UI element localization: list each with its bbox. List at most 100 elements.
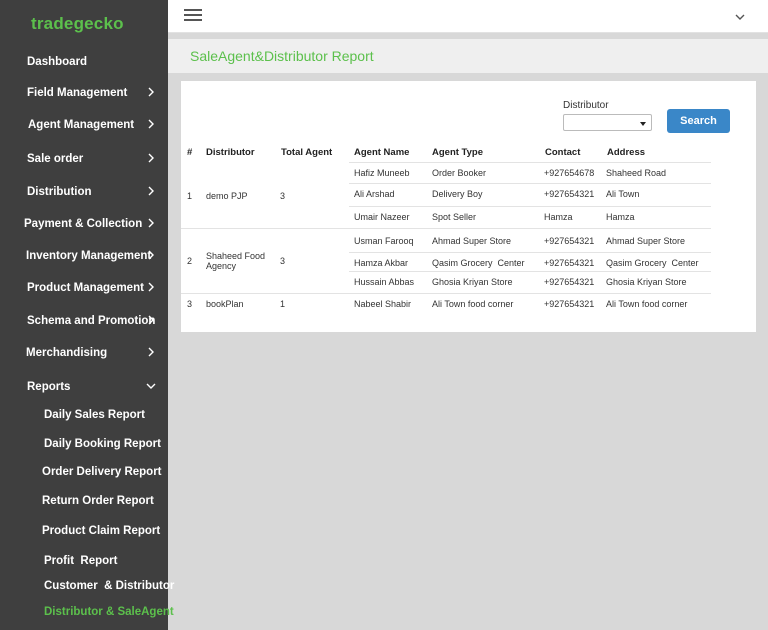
caret-down-icon	[640, 122, 646, 126]
page-title: SaleAgent&Distributor Report	[190, 48, 374, 64]
row-number: 1	[187, 191, 193, 201]
sidebar-subitem-order-delivery-report[interactable]: Order Delivery Report	[0, 463, 168, 483]
group-divider	[181, 293, 711, 294]
agent-type: Qasim Grocery Center	[432, 258, 525, 268]
sidebar-item-label: Sale order	[27, 153, 84, 165]
agent-name: Ali Arshad	[354, 189, 395, 199]
sidebar: tradegecko Dashboard Field Management Ag…	[0, 0, 174, 630]
agent-name: Hafiz Muneeb	[354, 168, 410, 178]
agent-type: Spot Seller	[432, 212, 477, 222]
agent-type: Ghosia Kriyan Store	[432, 277, 513, 287]
chevron-right-icon	[148, 218, 154, 228]
agent-type: Ahmad Super Store	[432, 236, 512, 246]
distributor-select[interactable]	[563, 114, 652, 131]
chevron-down-icon	[146, 383, 156, 389]
distributor-name: demo PJP	[206, 191, 248, 201]
row-divider	[349, 206, 711, 207]
sidebar-item-schema-promotion[interactable]: Schema and Promotion	[0, 311, 168, 333]
sidebar-item-label: Reports	[27, 381, 71, 393]
sidebar-subitem-label: Daily Sales Report	[44, 409, 145, 421]
sidebar-subitem-label: Return Order Report	[42, 495, 154, 507]
sidebar-item-merchandising[interactable]: Merchandising	[0, 343, 168, 365]
agent-address: Ghosia Kriyan Store	[606, 277, 687, 287]
row-divider	[349, 252, 711, 253]
chevron-right-icon	[148, 250, 154, 260]
distributor-name: Shaheed Food	[206, 251, 266, 261]
sidebar-subitem-label: Profit Report	[44, 555, 118, 567]
sidebar-subitem-label: Daily Booking Report	[44, 438, 161, 450]
sidebar-item-product-management[interactable]: Product Management	[0, 278, 168, 300]
agent-contact: +927654321	[544, 236, 595, 246]
total-agent: 3	[280, 191, 286, 201]
sidebar-item-label: Schema and Promotion	[27, 315, 156, 327]
agent-contact: +927654321	[544, 258, 595, 268]
chevron-right-icon	[148, 153, 154, 163]
sidebar-subitem-label: Customer & Distributor	[44, 580, 175, 592]
column-header-agent-name: Agent Name	[354, 147, 410, 158]
sidebar-item-distribution[interactable]: Distribution	[0, 182, 168, 204]
hamburger-icon[interactable]	[184, 9, 202, 23]
sidebar-item-field-management[interactable]: Field Management	[0, 83, 168, 105]
sidebar-item-label: Merchandising	[26, 347, 108, 359]
distributor-filter-label: Distributor	[563, 100, 609, 111]
sidebar-subitem-product-claim-report[interactable]: Product Claim Report	[0, 522, 168, 542]
agent-name: Hamza Akbar	[354, 258, 409, 268]
column-header-agent-type: Agent Type	[432, 147, 484, 158]
sidebar-item-label: Payment & Collection	[24, 218, 143, 230]
chevron-right-icon	[148, 282, 154, 292]
chevron-down-icon[interactable]	[734, 11, 746, 23]
chevron-right-icon	[148, 186, 154, 196]
sidebar-item-label: Inventory Management	[26, 250, 152, 262]
agent-type: Order Booker	[432, 168, 487, 178]
sidebar-item-label: Product Management	[27, 282, 144, 294]
agent-contact: +927654321	[544, 277, 595, 287]
chevron-right-icon	[148, 315, 154, 325]
top-bar	[168, 0, 768, 33]
group-divider	[181, 228, 711, 229]
agent-address: Ali Town food corner	[606, 299, 688, 309]
chevron-right-icon	[148, 87, 154, 97]
brand-logo[interactable]: tradegecko	[31, 14, 124, 34]
sidebar-subitem-label: Order Delivery Report	[42, 466, 162, 478]
agent-contact: Hamza	[544, 212, 573, 222]
page-title-bar: SaleAgent&Distributor Report	[168, 39, 768, 73]
row-number: 3	[187, 299, 193, 309]
total-agent: 1	[280, 299, 286, 309]
agent-name: Umair Nazeer	[354, 212, 410, 222]
sidebar-item-reports[interactable]: Reports	[0, 377, 168, 399]
sidebar-item-dashboard[interactable]: Dashboard	[0, 52, 168, 74]
column-header-total-agent: Total Agent	[281, 147, 333, 158]
sidebar-item-label: Distribution	[27, 186, 92, 198]
agent-type: Ali Town food corner	[432, 299, 514, 309]
sidebar-subitem-customer-distributor[interactable]: Customer & Distributor	[0, 577, 174, 597]
sidebar-subitem-return-order-report[interactable]: Return Order Report	[0, 492, 168, 512]
column-header-number: #	[187, 147, 193, 158]
agent-contact: +927654321	[544, 299, 595, 309]
row-divider	[349, 162, 711, 163]
sidebar-subitem-profit-report[interactable]: Profit Report	[0, 552, 168, 572]
sidebar-subitem-daily-sales-report[interactable]: Daily Sales Report	[0, 406, 168, 426]
sidebar-item-payment-collection[interactable]: Payment & Collection	[0, 214, 168, 236]
sidebar-item-inventory-management[interactable]: Inventory Management	[0, 246, 168, 268]
agent-name: Usman Farooq	[354, 236, 414, 246]
agent-address: Hamza	[606, 212, 635, 222]
sidebar-subitem-label: Product Claim Report	[42, 525, 161, 537]
agent-contact: +927654321	[544, 189, 595, 199]
distributor-name: Agency	[206, 261, 237, 271]
distributor-name: bookPlan	[206, 299, 244, 309]
sidebar-subitem-distributor-saleagent[interactable]: Distributor & SaleAgent	[0, 603, 174, 623]
sidebar-item-agent-management[interactable]: Agent Management	[0, 115, 168, 137]
agent-name: Nabeel Shabir	[354, 299, 412, 309]
column-header-distributor: Distributor	[206, 147, 255, 158]
chevron-right-icon	[148, 347, 154, 357]
search-button[interactable]: Search	[667, 109, 730, 133]
row-number: 2	[187, 256, 193, 266]
sidebar-subitem-label: Distributor & SaleAgent	[44, 606, 174, 618]
agent-address: Ahmad Super Store	[606, 236, 686, 246]
chevron-right-icon	[148, 119, 154, 129]
sidebar-item-sale-order[interactable]: Sale order	[0, 149, 168, 171]
agent-type: Delivery Boy	[432, 189, 483, 199]
column-header-address: Address	[607, 147, 646, 158]
sidebar-subitem-daily-booking-report[interactable]: Daily Booking Report	[0, 435, 168, 455]
agent-address: Shaheed Road	[606, 168, 667, 178]
